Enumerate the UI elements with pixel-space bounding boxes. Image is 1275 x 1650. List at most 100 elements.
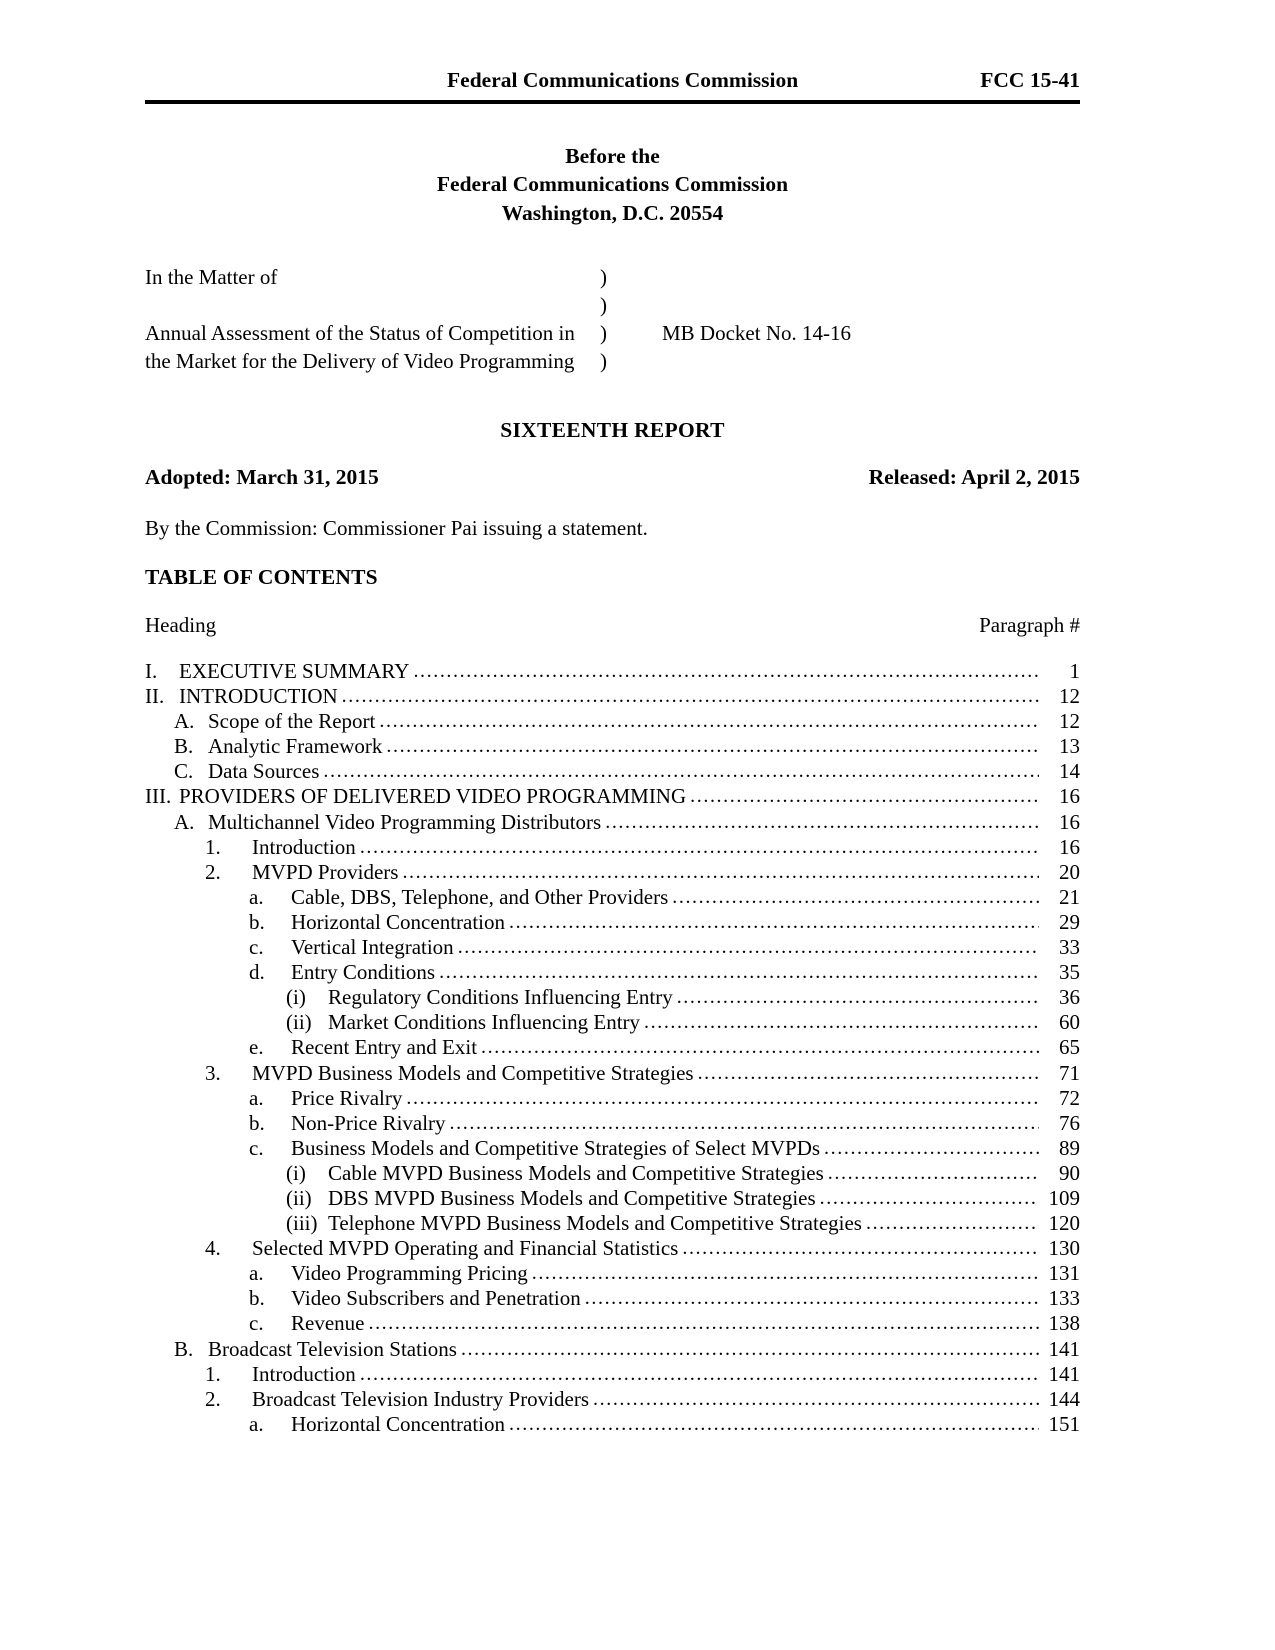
- toc-entry-label: Analytic Framework: [208, 734, 383, 759]
- matter-subject-line-2: the Market for the Delivery of Video Pro…: [145, 348, 575, 373]
- caption-paren: ): [600, 292, 607, 317]
- toc-entry-number: c.: [249, 1135, 264, 1160]
- toc-entry-page-number: 16: [1059, 809, 1080, 834]
- toc-entry-label: Video Programming Pricing: [291, 1261, 528, 1286]
- toc-entry[interactable]: (i) Regulatory Conditions Influencing Ent…: [145, 985, 1080, 1010]
- toc-entry-number: (i): [286, 1160, 306, 1185]
- toc-entry[interactable]: 1. Introduction..........................…: [145, 1362, 1080, 1387]
- toc-entry-number: a.: [249, 884, 264, 909]
- toc-entry-number: B.: [174, 734, 194, 759]
- toc-entry-number: 1.: [205, 834, 221, 859]
- toc-entry[interactable]: 2. MVPD Providers........................…: [145, 860, 1080, 885]
- toc-entry[interactable]: 3. MVPD Business Models and Competitive S…: [145, 1061, 1080, 1086]
- toc-entry[interactable]: (iii) Telephone MVPD Business Models and …: [145, 1211, 1080, 1236]
- header-document-number: FCC 15-41: [980, 68, 1080, 92]
- toc-entry-label: INTRODUCTION: [179, 684, 338, 709]
- toc-entry[interactable]: A. Multichannel Video Programming Distrib…: [145, 810, 1080, 835]
- commission-address-line: Washington, D.C. 20554: [501, 200, 724, 225]
- toc-column-captions: Heading Paragraph #: [145, 613, 1080, 638]
- toc-entry-label: Recent Entry and Exit: [291, 1035, 478, 1060]
- toc-entry-label: Horizontal Concentration: [291, 909, 506, 934]
- matter-caption-block: In the Matter of ) ) Annual Assessment o…: [145, 264, 1080, 376]
- toc-entry-label: DBS MVPD Business Models and Competitive…: [328, 1185, 816, 1210]
- by-the-commission-line: By the Commission: Commissioner Pai issu…: [145, 516, 648, 540]
- toc-leader-dots: ........................................…: [413, 660, 1039, 682]
- toc-leader-dots: ........................................…: [865, 1212, 1039, 1235]
- header-agency-title: Federal Communications Commission: [447, 68, 799, 92]
- toc-entry[interactable]: (ii) Market Conditions Influencing Entry.…: [145, 1010, 1080, 1035]
- toc-leader-dots: ........................................…: [379, 710, 1039, 733]
- toc-entry[interactable]: b. Horizontal Concentration..............…: [145, 910, 1080, 935]
- toc-entry[interactable]: (ii) DBS MVPD Business Models and Competi…: [145, 1186, 1080, 1211]
- toc-leader-dots: ........................................…: [584, 1287, 1039, 1310]
- toc-entry-page-number: 71: [1059, 1060, 1080, 1085]
- toc-leader-dots: ........................................…: [481, 1036, 1039, 1059]
- commission-name-line: Federal Communications Commission: [436, 172, 789, 197]
- toc-entry-page-number: 1: [1069, 659, 1081, 683]
- toc-entry-number: b.: [249, 1110, 265, 1135]
- toc-entry[interactable]: c. Vertical Integration..................…: [145, 935, 1080, 960]
- toc-entry-number: B.: [174, 1336, 194, 1361]
- toc-entry-label: Cable, DBS, Telephone, and Other Provide…: [291, 884, 669, 909]
- header-divider-rule: [145, 100, 1080, 104]
- toc-entry-label: Business Models and Competitive Strategi…: [291, 1135, 821, 1160]
- toc-entry-number: 2.: [205, 859, 221, 884]
- toc-leader-dots: ........................................…: [644, 1011, 1039, 1034]
- toc-entry[interactable]: 2. Broadcast Television Industry Provider…: [145, 1387, 1080, 1412]
- toc-leader-dots: ........................................…: [690, 785, 1039, 808]
- toc-entry[interactable]: b. Non-Price Rivalry.....................…: [145, 1111, 1080, 1136]
- toc-entry-label: MVPD Providers: [252, 859, 399, 884]
- toc-entry-number: b.: [249, 1286, 265, 1311]
- toc-entry[interactable]: a. Horizontal Concentration..............…: [145, 1412, 1080, 1437]
- toc-entry-label: Revenue: [291, 1311, 365, 1336]
- matter-row: Annual Assessment of the Status of Compe…: [145, 320, 1080, 348]
- matter-subject-line-1: Annual Assessment of the Status of Compe…: [145, 320, 575, 345]
- toc-entry-number: c.: [249, 935, 264, 960]
- toc-entry-label: Vertical Integration: [291, 935, 454, 960]
- toc-entry[interactable]: I. EXECUTIVE SUMMARY.....................…: [145, 659, 1080, 684]
- toc-entry[interactable]: 4. Selected MVPD Operating and Financial …: [145, 1236, 1080, 1261]
- toc-entry[interactable]: d. Entry Conditions......................…: [145, 960, 1080, 985]
- toc-entry-number: c.: [249, 1311, 264, 1336]
- toc-entry-page-number: 141: [1048, 1361, 1081, 1386]
- toc-entry-label: Broadcast Television Industry Providers: [252, 1386, 590, 1411]
- toc-heading-column-label: Heading: [145, 613, 217, 637]
- toc-entry-page-number: 33: [1059, 935, 1080, 960]
- toc-entry[interactable]: b. Video Subscribers and Penetration.....…: [145, 1286, 1080, 1311]
- toc-leader-dots: ........................................…: [676, 986, 1039, 1009]
- toc-entry-number: a.: [249, 1261, 264, 1286]
- toc-entry[interactable]: II. INTRODUCTION.........................…: [145, 684, 1080, 709]
- toc-entry[interactable]: 1. Introduction..........................…: [145, 835, 1080, 860]
- docket-number: MB Docket No. 14-16: [662, 320, 851, 345]
- toc-entry[interactable]: c. Revenue...............................…: [145, 1311, 1080, 1336]
- toc-leader-dots: ........................................…: [386, 735, 1039, 758]
- toc-entry-label: Cable MVPD Business Models and Competiti…: [328, 1160, 824, 1185]
- toc-entry-label: Multichannel Video Programming Distribut…: [208, 809, 602, 834]
- toc-entry[interactable]: a. Price Rivalry.........................…: [145, 1086, 1080, 1111]
- toc-entry-label: Broadcast Television Stations: [208, 1336, 457, 1361]
- toc-entry[interactable]: B. Broadcast Television Stations.........…: [145, 1337, 1080, 1362]
- released-date: Released: April 2, 2015: [868, 465, 1080, 489]
- toc-entry[interactable]: (i) Cable MVPD Business Models and Compet…: [145, 1161, 1080, 1186]
- toc-entry[interactable]: a. Video Programming Pricing.............…: [145, 1261, 1080, 1286]
- table-of-contents-title: TABLE OF CONTENTS: [145, 565, 378, 589]
- toc-entry-number: d.: [249, 960, 265, 985]
- toc-entry[interactable]: e. Recent Entry and Exit.................…: [145, 1035, 1080, 1060]
- toc-entry[interactable]: C. Data Sources..........................…: [145, 759, 1080, 784]
- toc-entry-label: Introduction: [252, 1361, 356, 1386]
- toc-entry-page-number: 72: [1059, 1085, 1080, 1110]
- toc-entry-page-number: 36: [1059, 985, 1080, 1010]
- toc-entry-label: Horizontal Concentration: [291, 1411, 506, 1436]
- matter-row: In the Matter of ): [145, 264, 1080, 292]
- toc-entry-page-number: 60: [1059, 1010, 1080, 1035]
- toc-entry[interactable]: c. Business Models and Competitive Strate…: [145, 1136, 1080, 1161]
- toc-entry[interactable]: a. Cable, DBS, Telephone, and Other Provi…: [145, 885, 1080, 910]
- table-of-contents-list: I. EXECUTIVE SUMMARY.....................…: [145, 659, 1080, 1437]
- report-dates-row: Adopted: March 31, 2015 Released: April …: [145, 465, 1080, 490]
- toc-entry[interactable]: III. PROVIDERS OF DELIVERED VIDEO PROGRAM…: [145, 784, 1080, 809]
- toc-entry-label: PROVIDERS OF DELIVERED VIDEO PROGRAMMING: [179, 784, 687, 809]
- toc-entry-page-number: 12: [1059, 684, 1080, 709]
- matter-row: the Market for the Delivery of Video Pro…: [145, 348, 1080, 376]
- toc-entry[interactable]: A. Scope of the Report...................…: [145, 709, 1080, 734]
- toc-entry[interactable]: B. Analytic Framework....................…: [145, 734, 1080, 759]
